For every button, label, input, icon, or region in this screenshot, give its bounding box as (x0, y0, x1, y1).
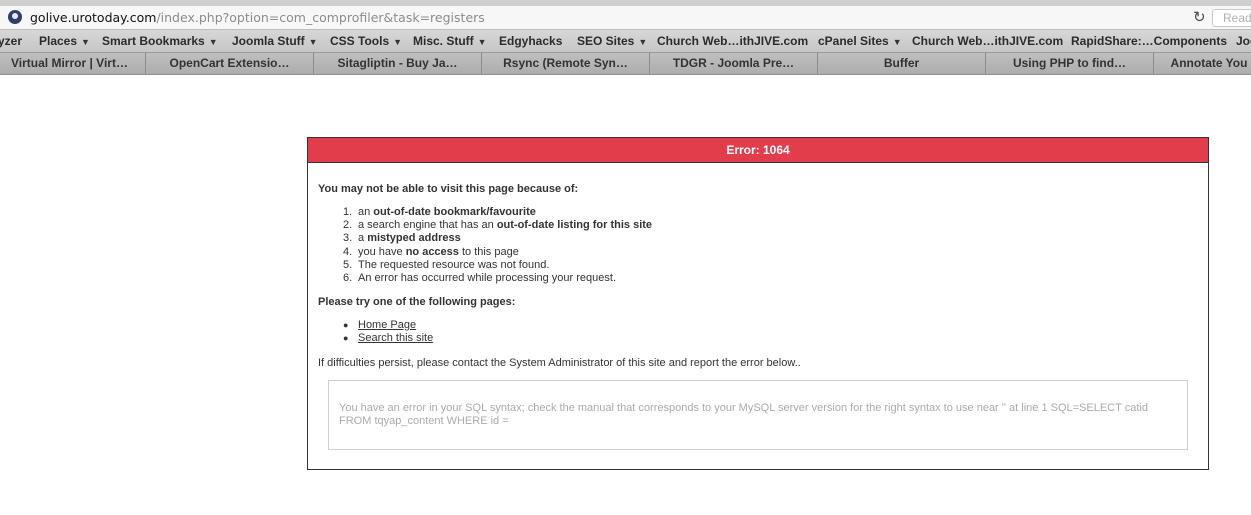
reason-number: 2. (343, 219, 353, 232)
search-site-link[interactable]: Search this site (358, 332, 433, 344)
bookmark-folder-cpanel-sites[interactable]: cPanel Sites ▼ (818, 34, 902, 48)
reason-emphasis: out-of-date listing for this site (496, 219, 653, 232)
bullet-icon: ● (343, 333, 349, 343)
reason-text: a search engine that has an (358, 219, 497, 232)
reason-item: 6. An error has occurred while processing… (343, 272, 652, 285)
reason-number: 5. (343, 258, 353, 271)
bookmark-folder-smart-bookmarks[interactable]: Smart Bookmarks ▼ (102, 34, 218, 48)
bookmark-label: Places (39, 34, 78, 48)
bookmark-folder-joomla-stuff[interactable]: Joomla Stuff ▼ (232, 34, 318, 48)
tab-annotate[interactable]: Annotate You (1154, 53, 1251, 74)
bookmark-folder-seo-sites[interactable]: SEO Sites ▼ (577, 34, 647, 48)
reason-emphasis: out-of-date bookmark/favourite (373, 206, 536, 218)
bookmark-church-web-1[interactable]: Church Web…ithJIVE.com (657, 34, 808, 48)
bookmark-label: yzer (0, 34, 23, 48)
bookmark-rapidshare-components[interactable]: RapidShare:…Components (1071, 34, 1227, 48)
reason-item: 5. The requested resource was not found. (343, 259, 652, 272)
bookmark-label: SEO Sites (577, 34, 635, 48)
error-title: Error: 1064 (308, 138, 1208, 163)
reason-emphasis: no access (405, 245, 459, 258)
tab-buffer[interactable]: Buffer (818, 53, 986, 74)
bookmark-folder-css-tools[interactable]: CSS Tools ▼ (330, 34, 402, 48)
tab-label: Using PHP to find… (1012, 56, 1127, 70)
reason-number: 4. (343, 245, 353, 258)
tab-virtual-mirror[interactable]: Virtual Mirror | Virt… (0, 53, 146, 74)
bookmark-label: Church Web…ithJIVE.com (912, 34, 1064, 48)
persist-message: If difficulties persist, please contact … (318, 357, 801, 369)
list-item: ● Home Page (343, 319, 433, 332)
tab-tdgr-joomla[interactable]: TDGR - Joomla Pre… (650, 53, 818, 74)
tab-label: Rsync (Remote Syn… (503, 56, 628, 70)
tab-label: Sitagliptin - Buy Ja… (337, 56, 458, 70)
intro-heading: You may not be able to visit this page b… (318, 183, 579, 195)
bookmark-church-web-2[interactable]: Church Web…ithJIVE.com (912, 34, 1063, 48)
reasons-list: 1. an out-of-date bookmark/favourite 2. a … (343, 206, 652, 285)
url-field[interactable]: golive.urotoday.com/index.php?option=com… (30, 10, 485, 25)
reason-number: 1. (343, 206, 353, 218)
home-page-link[interactable]: Home Page (358, 319, 416, 331)
bookmark-folder-places[interactable]: Places ▼ (39, 34, 90, 48)
address-bar[interactable]: golive.urotoday.com/index.php?option=com… (0, 6, 1251, 30)
reason-text: an (358, 206, 374, 218)
reason-emphasis: mistyped address (367, 232, 461, 245)
url-path: /index.php?option=com_comprofiler&task=r… (156, 10, 485, 25)
bookmark-folder-misc-stuff[interactable]: Misc. Stuff ▼ (413, 34, 487, 48)
tab-label: OpenCart Extensio… (169, 56, 290, 70)
tab-bar: Virtual Mirror | Virt… OpenCart Extensio… (0, 53, 1251, 75)
reason-text: The requested resource was not found. (358, 258, 550, 271)
tab-label: TDGR - Joomla Pre… (672, 56, 795, 70)
bookmark-label: Smart Bookmarks (102, 34, 205, 48)
chevron-down-icon: ▼ (81, 37, 90, 47)
bookmark-edgyhacks[interactable]: Edgyhacks (499, 34, 562, 48)
bookmark-label: CSS Tools (330, 34, 390, 48)
chevron-down-icon: ▼ (393, 37, 403, 47)
reason-number: 6. (343, 271, 353, 284)
chevron-down-icon: ▼ (208, 37, 218, 47)
reason-text: you have (358, 245, 406, 258)
chevron-down-icon: ▼ (638, 37, 648, 47)
chevron-down-icon: ▼ (892, 37, 902, 47)
reason-text: An error has occurred while processing y… (358, 271, 617, 284)
bookmark-label: RapidShare:…Components (1071, 34, 1228, 48)
chevron-down-icon: ▼ (477, 37, 487, 47)
reason-item: 1. an out-of-date bookmark/favourite (343, 206, 652, 219)
tab-label: Buffer (883, 56, 920, 70)
try-pages-heading: Please try one of the following pages: (318, 296, 516, 308)
bookmark-analyzer[interactable]: yzer (0, 34, 22, 48)
reload-icon[interactable]: ↻ (1193, 8, 1206, 26)
bookmarks-bar: yzer Places ▼ Smart Bookmarks ▼ Joomla Stu… (0, 30, 1251, 53)
bookmark-label: Misc. Stuff (413, 34, 474, 48)
reader-button[interactable]: Reader (1212, 9, 1251, 27)
reason-text-after: to this page (458, 245, 519, 258)
reason-item: 2. a search engine that has an out-of-dat… (343, 219, 652, 232)
tab-rsync[interactable]: Rsync (Remote Syn… (482, 53, 650, 74)
reason-text: a (358, 232, 368, 245)
site-favicon-icon (8, 10, 22, 24)
url-host: golive.urotoday.com (30, 10, 157, 25)
error-panel: Error: 1064 You may not be able to visit… (307, 137, 1209, 470)
sql-error-message: You have an error in your SQL syntax; ch… (339, 402, 1148, 427)
bullet-icon: ● (343, 320, 349, 330)
tab-opencart[interactable]: OpenCart Extensio… (146, 53, 314, 74)
reason-item: 3. a mistyped address (343, 232, 652, 245)
tab-label: Annotate You (1170, 56, 1248, 70)
bookmark-label: Church Web…ithJIVE.com (657, 34, 809, 48)
pages-list: ● Home Page ● Search this site (343, 319, 433, 345)
tab-sitagliptin[interactable]: Sitagliptin - Buy Ja… (314, 53, 482, 74)
list-item: ● Search this site (343, 332, 433, 345)
bookmark-label: Joo (1236, 34, 1251, 48)
reason-number: 3. (343, 232, 353, 245)
tab-using-php[interactable]: Using PHP to find… (986, 53, 1154, 74)
tab-label: Virtual Mirror | Virt… (11, 56, 128, 70)
sql-error-box: You have an error in your SQL syntax; ch… (328, 380, 1188, 450)
bookmark-label: cPanel Sites (818, 34, 889, 48)
reason-item: 4. you have no access to this page (343, 246, 652, 259)
bookmark-label: Edgyhacks (499, 34, 563, 48)
chevron-down-icon: ▼ (308, 37, 318, 47)
bookmark-label: Joomla Stuff (232, 34, 305, 48)
bookmark-joomla[interactable]: Joo (1236, 34, 1251, 48)
